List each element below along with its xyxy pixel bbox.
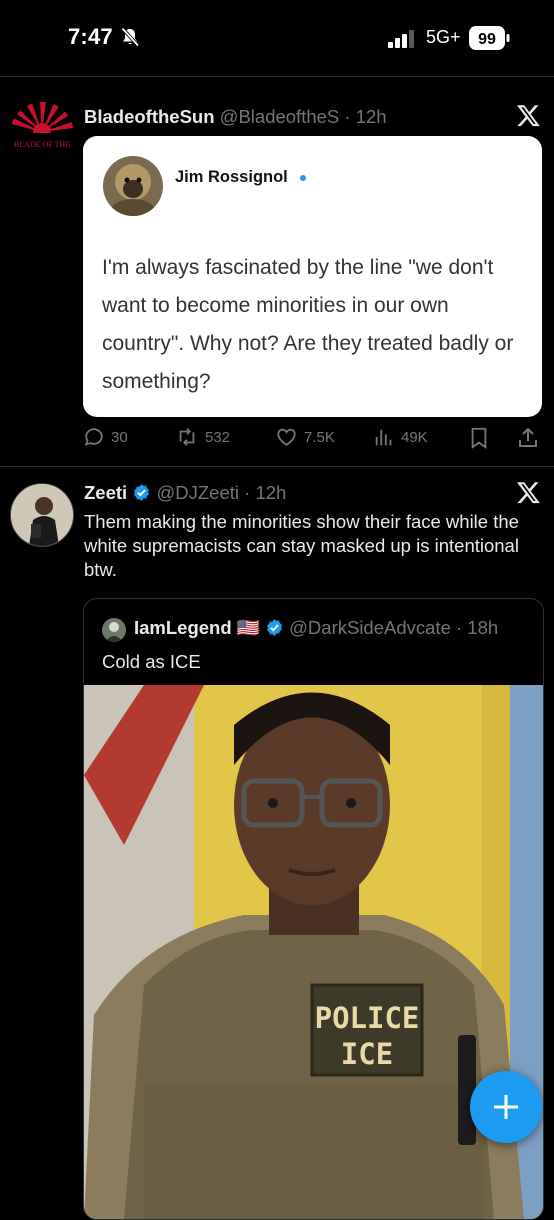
screenshot-author: Jim Rossignol <box>175 168 288 186</box>
status-time: 7:47 <box>68 24 113 49</box>
reply-button[interactable]: 30 <box>83 426 128 448</box>
embedded-screenshot[interactable]: Jim Rossignol I'm always fascinated by t… <box>83 136 542 417</box>
monkey-avatar-icon <box>103 156 163 216</box>
share-icon[interactable] <box>516 426 540 450</box>
verified-badge-icon <box>134 484 150 501</box>
tweet-divider <box>0 466 554 467</box>
verified-badge-icon <box>267 619 282 636</box>
screenshot-avatar <box>103 156 163 216</box>
reply-icon <box>84 428 103 446</box>
x-logo-icon[interactable] <box>516 103 541 128</box>
quoted-timestamp: · 18h <box>456 617 499 638</box>
bell-slash-icon <box>121 27 140 47</box>
flag-emoji: 🇺🇸 <box>236 617 260 638</box>
plus-icon <box>494 1095 518 1119</box>
views-button[interactable]: 49K <box>373 426 428 448</box>
display-name[interactable]: BladeoftheSun <box>84 106 215 127</box>
tweet-text: Them making the minorities show their fa… <box>84 511 519 580</box>
tweet-actions: 30 532 7.5K 49K <box>83 426 543 454</box>
person-avatar-icon <box>102 618 126 642</box>
repost-icon <box>179 428 195 446</box>
person-avatar-icon <box>11 484 73 546</box>
bookmark-icon[interactable] <box>469 427 489 449</box>
avatar[interactable] <box>10 483 74 547</box>
rising-sun-logo-icon: BLADE OF THE <box>10 102 74 166</box>
top-divider <box>0 76 554 77</box>
timestamp: · 12h <box>344 106 387 127</box>
repost-button[interactable]: 532 <box>175 426 230 448</box>
reply-count: 30 <box>111 428 128 446</box>
display-name[interactable]: Zeeti <box>84 482 127 503</box>
quoted-text: Cold as ICE <box>102 651 201 672</box>
repost-count: 532 <box>205 428 231 446</box>
tweet-header: BladeoftheSun @BladeoftheS · 12h <box>84 106 387 128</box>
quoted-header: IamLegend 🇺🇸 @DarkSideAdvcate · 18h <box>134 617 498 639</box>
x-logo-icon[interactable] <box>516 480 541 505</box>
avatar[interactable]: BLADE OF THE <box>10 102 74 166</box>
status-bar: 7:47 5G+ 99 <box>0 0 554 76</box>
quoted-handle[interactable]: @DarkSideAdvcate <box>289 617 451 638</box>
screenshot-text: I'm always fascinated by the line "we do… <box>102 256 514 393</box>
police-patch-text: POLICE <box>315 1001 420 1035</box>
timestamp: · 12h <box>244 482 287 503</box>
network-type: 5G+ <box>426 27 461 47</box>
ice-patch-text: ICE <box>341 1037 393 1071</box>
quoted-avatar[interactable] <box>102 618 126 642</box>
battery-level: 99 <box>478 31 496 48</box>
view-count: 49K <box>401 428 428 446</box>
handle[interactable]: @DJZeeti <box>156 482 239 503</box>
tweet-header: Zeeti @DJZeeti · 12h <box>84 482 286 504</box>
verified-dot-icon <box>300 175 306 181</box>
like-icon <box>277 428 296 446</box>
signal-icon <box>388 30 414 48</box>
views-icon <box>375 429 392 446</box>
quoted-display-name[interactable]: IamLegend <box>134 617 232 638</box>
like-button[interactable]: 7.5K <box>275 426 335 448</box>
like-count: 7.5K <box>304 428 335 446</box>
battery-icon: 99 <box>469 26 510 50</box>
compose-button[interactable] <box>470 1071 542 1143</box>
handle[interactable]: @BladeoftheS <box>220 106 340 127</box>
avatar-lettering: BLADE OF THE <box>14 140 70 149</box>
